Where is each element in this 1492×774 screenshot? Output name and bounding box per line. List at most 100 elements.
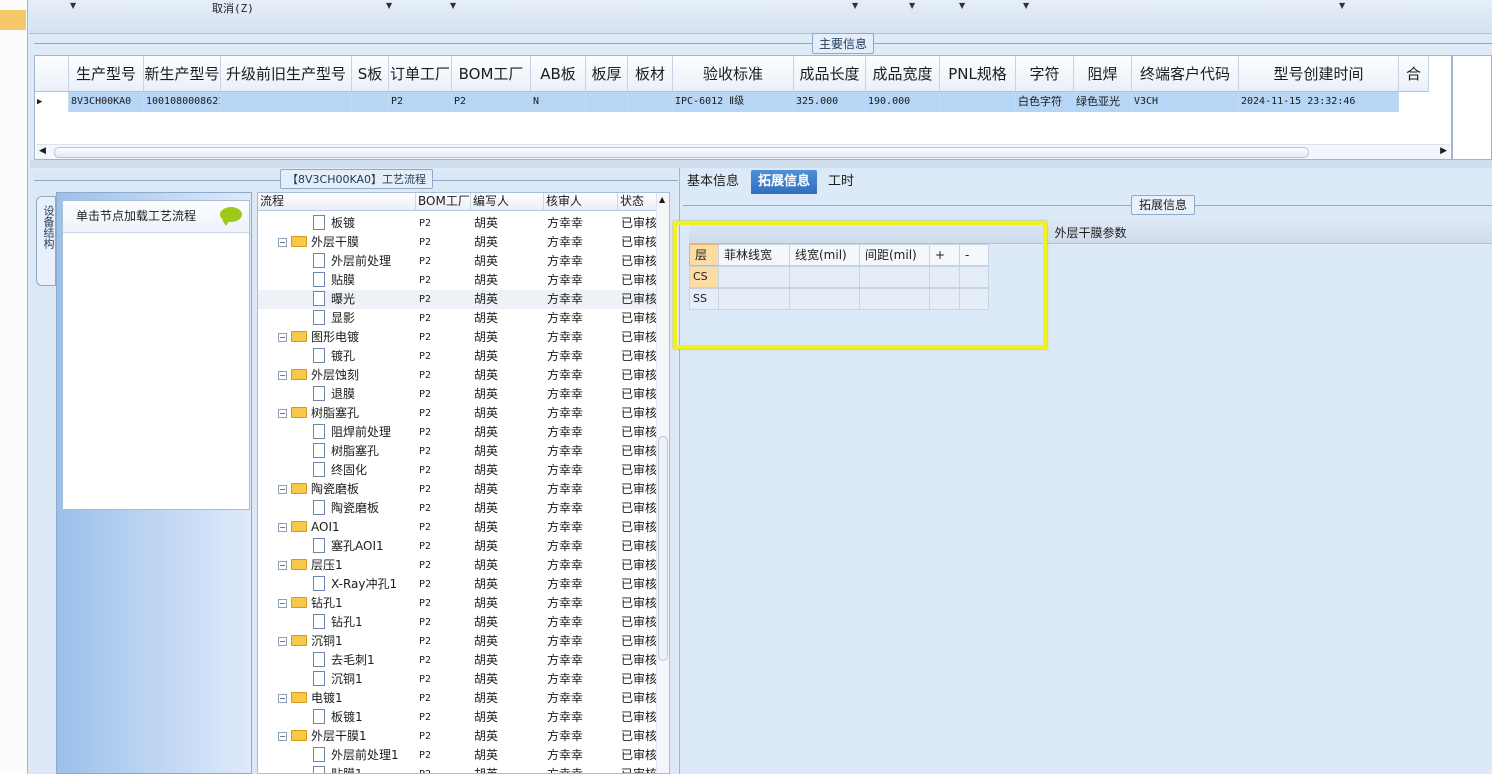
tree-row[interactable]: − 外层蚀刻 P2 胡英 方幸幸 已审核 [258,366,658,385]
tree-node[interactable]: 贴膜 [313,271,355,290]
scrollbar-thumb[interactable] [658,436,668,661]
tree-node[interactable]: 陶瓷磨板 [313,499,379,518]
tree-row[interactable]: − AOI1 P2 胡英 方幸幸 已审核 [258,518,658,537]
column-header[interactable]: 验收标准 [673,56,794,92]
collapse-toggle-icon[interactable]: − [278,238,287,247]
column-header[interactable]: 合 [1399,56,1429,92]
column-header[interactable]: 订单工厂 [389,56,452,92]
tree-row[interactable]: 去毛刺1 P2 胡英 方幸幸 已审核 [258,651,658,670]
tree-node[interactable]: − 层压1 [278,556,343,575]
scrollbar-thumb[interactable] [54,147,1309,158]
tree-row[interactable]: 镀孔 P2 胡英 方幸幸 已审核 [258,347,658,366]
tree-node[interactable]: 钻孔1 [313,613,363,632]
tree-node[interactable]: − 图形电镀 [278,328,359,347]
collapse-toggle-icon[interactable]: − [278,561,287,570]
tree-row[interactable]: 钻孔1 P2 胡英 方幸幸 已审核 [258,613,658,632]
dropdown-arrow-icon[interactable]: ▼ [450,1,456,10]
tree-row[interactable]: 贴膜1P2胡英方幸幸已审核 [258,765,658,773]
tree-node[interactable]: − 陶瓷磨板 [278,480,359,499]
grid-cell[interactable]: 190.000 [866,92,940,112]
tree-row[interactable]: − 沉铜1 P2 胡英 方幸幸 已审核 [258,632,658,651]
dropdown-arrow-icon[interactable]: ▼ [70,1,76,10]
column-header[interactable]: 板厚 [586,56,628,92]
horizontal-scrollbar[interactable]: ◀ ▶ [36,144,1450,159]
grid-cell[interactable] [940,92,1016,112]
tree-row[interactable]: 陶瓷磨板 P2 胡英 方幸幸 已审核 [258,499,658,518]
collapse-toggle-icon[interactable]: − [278,409,287,418]
column-header[interactable]: 新生产型号 [144,56,221,92]
tree-row[interactable]: 树脂塞孔 P2 胡英 方幸幸 已审核 [258,442,658,461]
grid-cell[interactable]: 白色字符 [1016,92,1074,112]
grid-cell[interactable]: P2 [452,92,531,112]
tab-2[interactable]: 工时 [821,170,861,194]
tree-row[interactable]: 贴膜 P2 胡英 方幸幸 已审核 [258,271,658,290]
tab-1[interactable]: 拓展信息 [751,170,818,194]
tree-column-header[interactable]: 流程 [258,193,416,211]
dropdown-arrow-icon[interactable]: ▼ [909,1,915,10]
tree-row[interactable]: 阻焊前处理 P2 胡英 方幸幸 已审核 [258,423,658,442]
tree-row[interactable]: − 图形电镀 P2 胡英 方幸幸 已审核 [258,328,658,347]
tree-node[interactable]: 镀孔 [313,347,355,366]
tree-node[interactable]: 阻焊前处理 [313,423,391,442]
tree-row[interactable]: − 电镀1 P2 胡英 方幸幸 已审核 [258,689,658,708]
grid-cell[interactable]: 10010800086214 [144,92,221,112]
tree-node[interactable]: 外层前处理 [313,252,391,271]
tab-device-structure[interactable]: 设备结构 [36,196,56,286]
cancel-button[interactable]: 取消(Z) [212,0,254,16]
dropdown-arrow-icon[interactable]: ▼ [852,1,858,10]
column-header[interactable]: S板 [352,56,389,92]
collapse-toggle-icon[interactable]: − [278,637,287,646]
tree-node[interactable]: − 沉铜1 [278,632,343,651]
tree-row[interactable]: 板镀1 P2 胡英 方幸幸 已审核 [258,708,658,727]
tree-node[interactable]: − 外层蚀刻 [278,366,359,385]
tree-node[interactable]: − 外层干膜1 [278,727,367,746]
tree-node[interactable]: 显影 [313,309,355,328]
grid-cell[interactable] [221,92,352,112]
grid-cell[interactable]: 2024-11-15 23:32:46 [1239,92,1399,112]
column-header[interactable]: PNL规格 [940,56,1016,92]
scroll-right-icon[interactable]: ▶ [1440,146,1447,156]
tree-node[interactable]: 外层前处理1 [313,746,399,765]
tree-node[interactable]: 终固化 [313,461,367,480]
tree-node[interactable]: 贴膜1 [313,765,363,773]
collapse-toggle-icon[interactable]: − [278,485,287,494]
column-header[interactable]: 终端客户代码 [1132,56,1239,92]
tree-node[interactable]: 塞孔AOI1 [313,537,384,556]
tree-row[interactable]: − 陶瓷磨板 P2 胡英 方幸幸 已审核 [258,480,658,499]
grid-cell[interactable]: IPC-6012 Ⅱ级 [673,92,794,112]
tree-node[interactable]: 去毛刺1 [313,651,375,670]
tree-column-header[interactable]: 编写人 [471,193,544,211]
tree-row[interactable]: 退膜 P2 胡英 方幸幸 已审核 [258,385,658,404]
tree-row[interactable]: − 层压1 P2 胡英 方幸幸 已审核 [258,556,658,575]
dropdown-arrow-icon[interactable]: ▼ [959,1,965,10]
grid-cell[interactable] [628,92,673,112]
tree-row[interactable]: − 外层干膜1 P2 胡英 方幸幸 已审核 [258,727,658,746]
grid-cell[interactable]: N [531,92,586,112]
collapse-toggle-icon[interactable]: − [278,694,287,703]
tree-row[interactable]: 沉铜1 P2 胡英 方幸幸 已审核 [258,670,658,689]
scroll-left-icon[interactable]: ◀ [39,146,46,156]
collapse-toggle-icon[interactable]: − [278,523,287,532]
tree-row[interactable]: 显影 P2 胡英 方幸幸 已审核 [258,309,658,328]
collapse-toggle-icon[interactable]: − [278,599,287,608]
grid-cell[interactable]: V3CH [1132,92,1239,112]
tree-row[interactable]: 曝光 P2 胡英 方幸幸 已审核 [258,290,658,309]
tree-row[interactable]: 板镀 P2 胡英 方幸幸 已审核 [258,214,658,233]
tree-row[interactable]: 塞孔AOI1 P2 胡英 方幸幸 已审核 [258,537,658,556]
column-header[interactable]: AB板 [531,56,586,92]
column-header[interactable]: 成品长度 [794,56,866,92]
tree-node[interactable]: X-Ray冲孔1 [313,575,397,594]
tree-node[interactable]: 板镀 [313,214,355,233]
collapse-toggle-icon[interactable]: − [278,333,287,342]
tree-node[interactable]: − 树脂塞孔 [278,404,359,423]
tab-0[interactable]: 基本信息 [680,170,746,194]
left-strip-selected-item[interactable] [0,10,26,30]
tree-row[interactable]: − 树脂塞孔 P2 胡英 方幸幸 已审核 [258,404,658,423]
column-header[interactable]: 阻焊 [1074,56,1132,92]
collapse-toggle-icon[interactable]: − [278,732,287,741]
tree-node[interactable]: − 电镀1 [278,689,343,708]
dropdown-arrow-icon[interactable]: ▼ [386,1,392,10]
tree-column-header[interactable]: 核审人 [544,193,618,211]
tree-node[interactable]: 沉铜1 [313,670,363,689]
column-header[interactable]: 型号创建时间 [1239,56,1399,92]
